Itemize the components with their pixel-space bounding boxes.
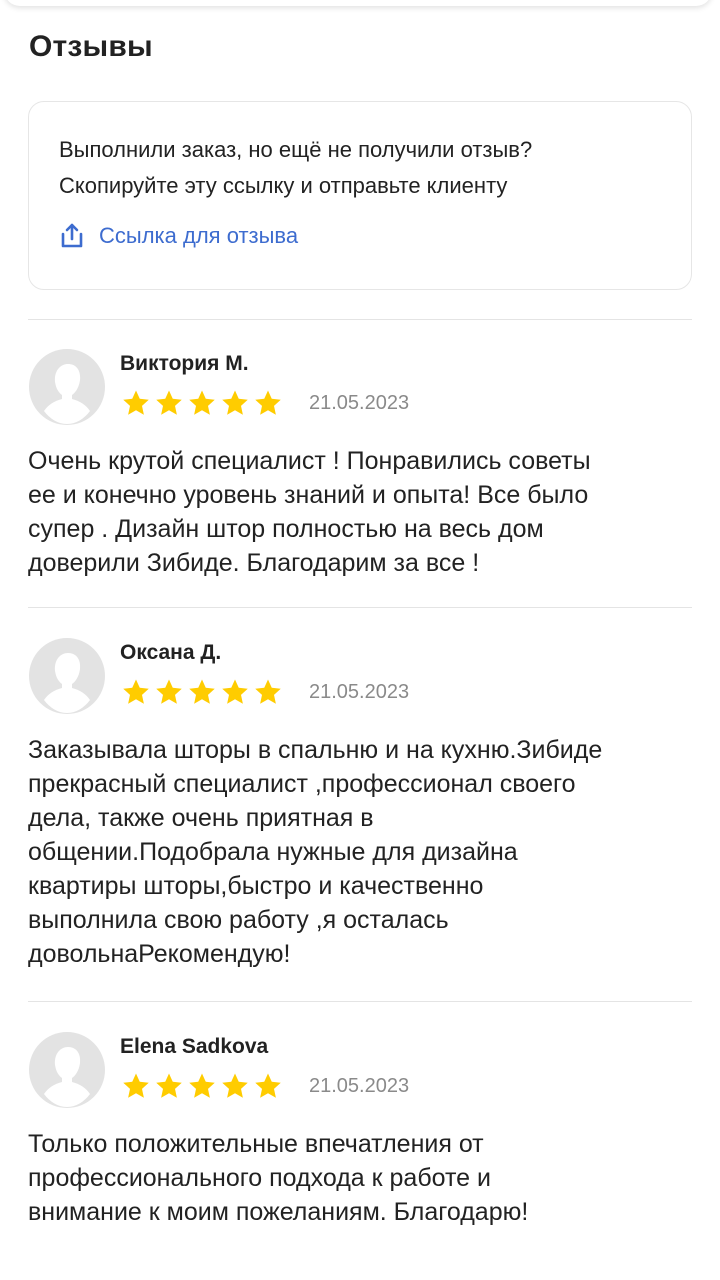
star-icon <box>255 390 281 415</box>
star-icon <box>123 1073 149 1098</box>
review-text-line: доверили Зибиде. Благодарим за все ! <box>28 549 480 577</box>
star-icon <box>222 679 248 704</box>
review-text-line: супер . Дизайн штор полностью на весь до… <box>28 515 544 543</box>
review-text: Только положительные впечатления от проф… <box>28 1127 692 1229</box>
divider <box>28 607 692 608</box>
review-text-line: выполнила свою работу ,я осталась <box>28 906 449 934</box>
star-icon <box>255 1073 281 1098</box>
star-icon <box>222 1073 248 1098</box>
review-text-line: дела, также очень приятная в <box>28 804 374 832</box>
review-date: 21.05.2023 <box>309 392 410 414</box>
review-date: 21.05.2023 <box>309 1075 410 1097</box>
star-icon <box>222 390 248 415</box>
star-icon <box>123 679 149 704</box>
section-title: Отзывы <box>29 30 153 63</box>
review-text-line: профессионального подхода к работе и <box>28 1164 491 1192</box>
review-link-button[interactable]: Ссылка для отзыва <box>59 222 298 250</box>
star-icon <box>123 390 149 415</box>
star-icon <box>189 390 215 415</box>
star-icon <box>189 1073 215 1098</box>
star-icon <box>255 679 281 704</box>
hint-line-2: Скопируйте эту ссылку и отправьте клиент… <box>59 173 508 198</box>
review-text-line: Очень крутой специалист ! Понравились со… <box>28 447 591 475</box>
review-date: 21.05.2023 <box>309 681 410 703</box>
star-icon <box>156 679 182 704</box>
review-text-line: ее и конечно уровень знаний и опыта! Все… <box>28 481 589 509</box>
avatar <box>28 1031 106 1109</box>
review-text-line: квартиры шторы,быстро и качественно <box>28 872 484 900</box>
review-author: Виктория М. <box>120 352 249 375</box>
divider <box>28 319 692 320</box>
review-author: Elena Sadkova <box>120 1035 269 1058</box>
star-icon <box>156 1073 182 1098</box>
star-icon <box>189 679 215 704</box>
review-text-line: Только положительные впечатления от <box>28 1130 484 1158</box>
review-text: Заказывала шторы в спальню и на кухню.Зи… <box>28 733 692 971</box>
rating-stars <box>120 1071 285 1101</box>
review-text-line: внимание к моим пожеланиям. Благодарю! <box>28 1198 529 1226</box>
hint-line-1: Выполнили заказ, но ещё не получили отзы… <box>59 137 533 162</box>
review-link-hint: Выполнили заказ, но ещё не получили отзы… <box>59 132 659 204</box>
review-text-line: прекрасный специалист ,профессионал свое… <box>28 770 576 798</box>
share-icon <box>59 222 85 250</box>
rating-stars <box>120 388 285 418</box>
star-icon <box>156 390 182 415</box>
review-text: Очень крутой специалист ! Понравились со… <box>28 444 692 580</box>
review-text-line: Заказывала шторы в спальню и на кухню.Зи… <box>28 736 603 764</box>
review-link-card: Выполнили заказ, но ещё не получили отзы… <box>28 101 692 290</box>
review-author: Оксана Д. <box>120 641 222 664</box>
review-text-line: общении.Подобрала нужные для дизайна <box>28 838 518 866</box>
review-link-label: Ссылка для отзыва <box>99 223 299 248</box>
review-text-line: довольнаРекомендую! <box>28 940 291 968</box>
previous-card <box>4 0 712 6</box>
divider <box>28 1001 692 1002</box>
rating-stars <box>120 677 285 707</box>
avatar <box>28 637 106 715</box>
avatar <box>28 348 106 426</box>
